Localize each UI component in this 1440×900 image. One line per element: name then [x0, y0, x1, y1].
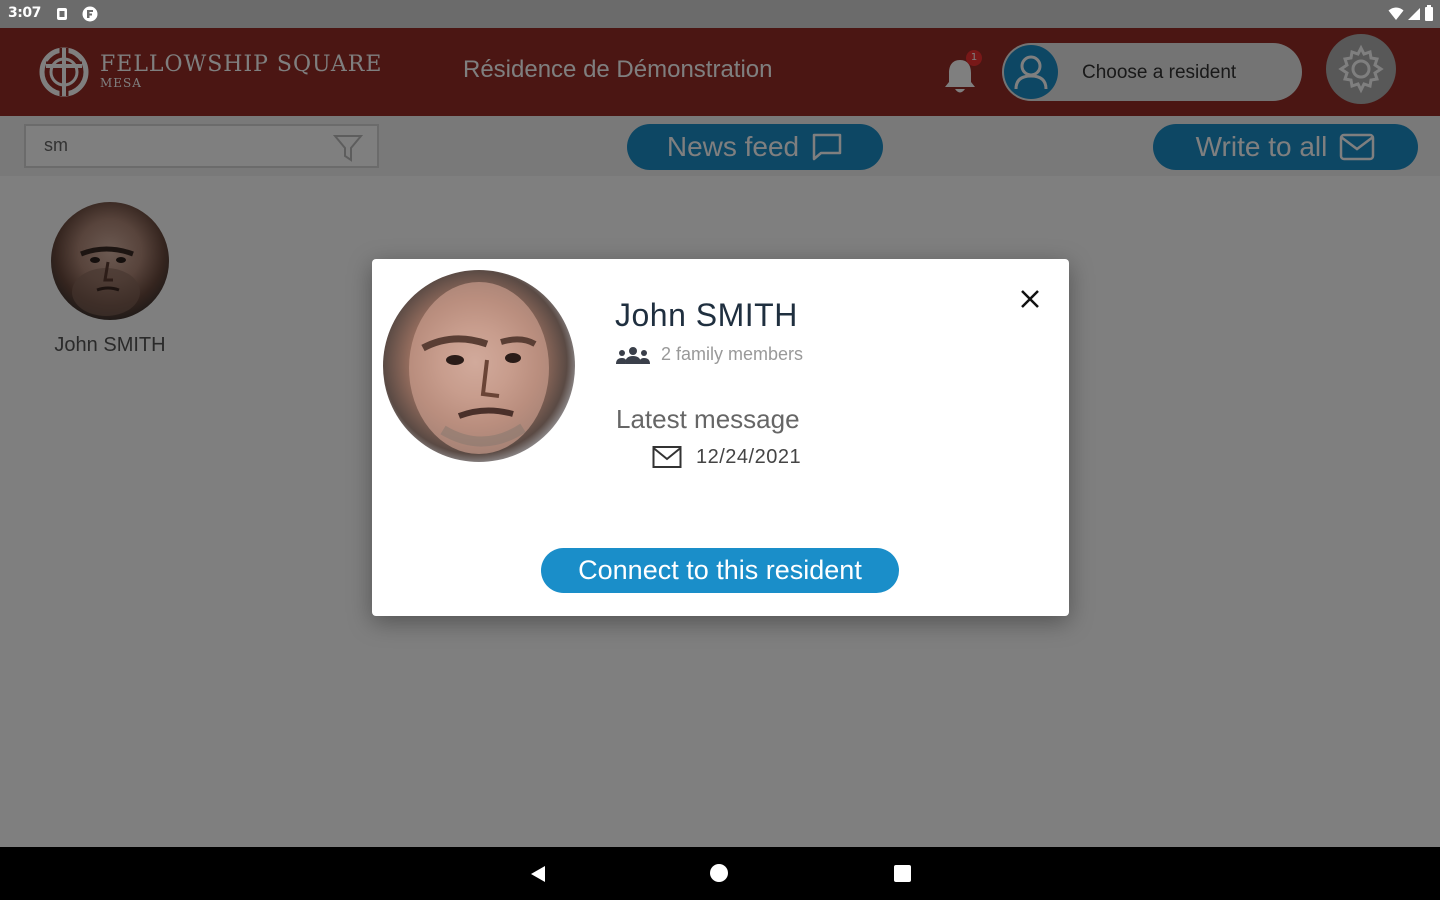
modal-resident-photo [383, 270, 575, 462]
status-time: 3:07 [8, 5, 41, 21]
connect-to-resident-button[interactable]: Connect to this resident [541, 548, 899, 593]
modal-resident-name: John SMITH [615, 297, 798, 333]
latest-message-row: 12/24/2021 [652, 445, 801, 469]
status-indicators [1388, 5, 1434, 25]
home-icon[interactable] [710, 864, 728, 882]
cell-signal-icon [1407, 6, 1421, 25]
family-members-count: 2 family members [661, 344, 804, 364]
app-notification-icon [82, 6, 98, 26]
envelope-icon [652, 446, 682, 468]
close-icon [1021, 290, 1039, 308]
status-bar: 3:07 [0, 0, 1440, 28]
close-button[interactable] [1015, 284, 1045, 314]
wifi-icon [1388, 6, 1404, 25]
resident-detail-modal: John SMITH 2 family members Latest messa… [372, 259, 1069, 616]
latest-message-date: 12/24/2021 [696, 445, 802, 468]
system-nav-bar [0, 847, 1440, 900]
recent-apps-icon[interactable] [894, 865, 911, 882]
family-members-row: 2 family members [615, 344, 803, 365]
back-icon[interactable] [529, 865, 547, 887]
latest-message-label: Latest message [616, 404, 800, 434]
sim-icon [56, 6, 68, 25]
family-group-icon [616, 346, 650, 364]
battery-icon [1424, 5, 1434, 25]
